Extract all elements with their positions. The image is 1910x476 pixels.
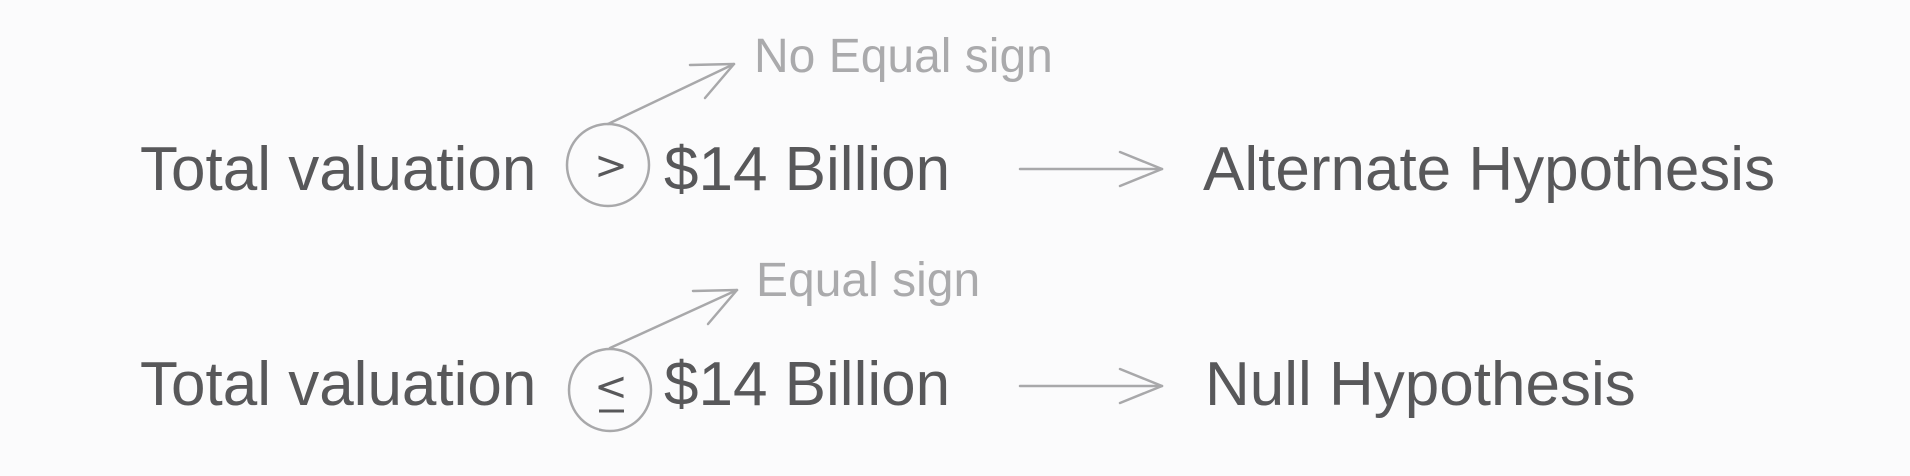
row-null: Total valuation < Equal sign $14 Billion… (140, 254, 1636, 433)
row2-annotation-arrow-icon (608, 288, 739, 350)
row2-result: Null Hypothesis (1205, 350, 1636, 419)
row2-annotation: Equal sign (756, 254, 980, 307)
row1-operator: > (594, 143, 628, 189)
row2-right-arrow-icon (1018, 367, 1164, 405)
row1-right-arrow-icon (1018, 150, 1164, 188)
row1-result: Alternate Hypothesis (1203, 135, 1775, 204)
row1-lhs: Total valuation (140, 135, 536, 204)
row1-annotation: No Equal sign (754, 30, 1053, 83)
row2-rhs: $14 Billion (664, 350, 950, 419)
row2-operator: < (594, 364, 628, 410)
hypothesis-diagram: Total valuation > No Equal sign $14 Bill… (140, 30, 1775, 433)
row2-lhs: Total valuation (140, 350, 536, 419)
row1-rhs: $14 Billion (664, 135, 950, 204)
row-alternate: Total valuation > No Equal sign $14 Bill… (140, 30, 1775, 208)
row1-annotation-arrow-icon (606, 62, 736, 126)
